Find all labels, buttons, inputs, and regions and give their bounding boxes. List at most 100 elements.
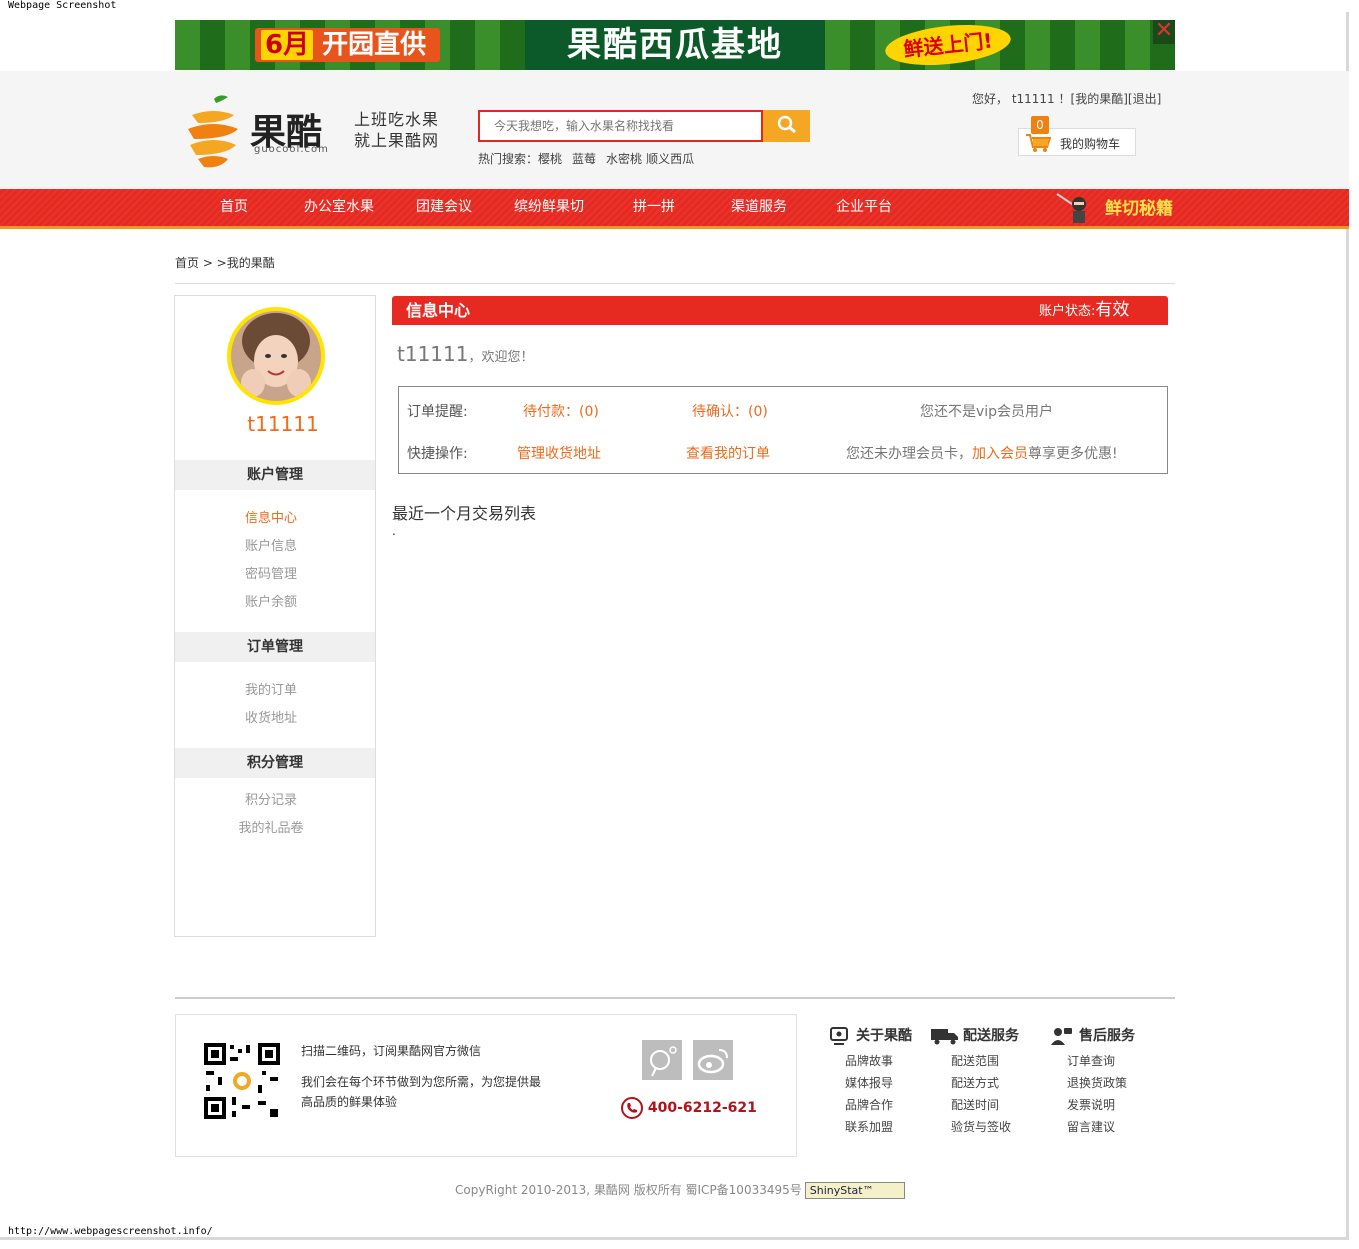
- search-icon: [777, 115, 796, 133]
- banner-title: 果酷西瓜基地: [525, 20, 825, 70]
- cart-count-badge: 0: [1031, 116, 1049, 134]
- weibo-icon: [697, 1049, 728, 1074]
- search-button[interactable]: [763, 110, 810, 142]
- sidebar-section-points: 积分管理: [175, 748, 375, 778]
- footer-link[interactable]: 品牌合作: [845, 1096, 893, 1113]
- sidebar-item-gift-voucher[interactable]: 我的礼品卷: [175, 817, 367, 836]
- banner-promo-left: 6月 开园直供: [255, 28, 440, 62]
- sidebar-item-address[interactable]: 收货地址: [175, 707, 367, 726]
- nav-item-channel[interactable]: 渠道服务: [731, 189, 787, 226]
- hot-keyword[interactable]: 顺义西瓜: [646, 152, 694, 166]
- footer-contact-box: 扫描二维码，订阅果酷网官方微信 我们会在每个环节做到为您所需，为您提供最高品质的…: [175, 1014, 797, 1157]
- hot-keyword[interactable]: 水密桃: [606, 152, 642, 166]
- hot-keyword[interactable]: 蓝莓: [572, 152, 596, 166]
- breadcrumb[interactable]: 首页 > >我的果酷: [175, 254, 275, 271]
- order-summary-box: 订单提醒: 待付款：(0) 待确认：(0) 您还不是vip会员用户 快捷操作: …: [398, 386, 1168, 474]
- screenshot-url: http://www.webpagescreenshot.info/: [8, 1226, 213, 1237]
- user-links: 您好， t11111 ！[我的果酷][退出]: [972, 90, 1161, 107]
- weixin-icon: [650, 1046, 677, 1077]
- view-orders-link[interactable]: 查看我的订单: [686, 443, 770, 463]
- sidebar-item-info-center[interactable]: 信息中心: [175, 507, 367, 526]
- slogan: 上班吃水果 就上果酷网: [354, 110, 440, 150]
- avatar[interactable]: [227, 307, 325, 405]
- info-center-header: 信息中心 账户状态:有效: [392, 296, 1168, 325]
- footer-link[interactable]: 留言建议: [1067, 1118, 1115, 1135]
- nav-item-home[interactable]: 首页: [220, 189, 248, 226]
- nav-item-group-buy[interactable]: 拼一拼: [633, 189, 675, 226]
- footer-col-aftersales-title: 售后服务: [1079, 1028, 1135, 1044]
- avatar-image: [231, 311, 321, 401]
- footer-link[interactable]: 配送范围: [951, 1052, 999, 1069]
- site-header: 果酷 guocool.com 上班吃水果 就上果酷网 热门搜索：樱桃蓝莓水密桃顺…: [0, 71, 1349, 189]
- pending-confirm-link[interactable]: 待确认：(0): [692, 401, 768, 421]
- sidebar-item-points-record[interactable]: 积分记录: [175, 789, 367, 808]
- phone-icon: [621, 1097, 643, 1119]
- top-banner[interactable]: 6月 开园直供 果酷西瓜基地 鲜送上门! ✕: [175, 20, 1175, 70]
- banner-badge: 鲜送上门!: [883, 20, 1013, 70]
- copyright: CopyRight 2010-2013, 果酷网 版权所有 蜀ICP备10033…: [455, 1181, 905, 1199]
- page-title: 信息中心: [406, 301, 471, 320]
- cart-icon: [1026, 134, 1051, 152]
- user-greeting: 您好， t11111 ！: [972, 92, 1071, 106]
- banner-close-button[interactable]: ✕: [1153, 20, 1175, 44]
- sidebar-section-account: 账户管理: [175, 460, 375, 490]
- join-member-link[interactable]: 加入会员: [972, 446, 1028, 462]
- footer-link[interactable]: 媒体报导: [845, 1074, 893, 1091]
- qr-caption: 扫描二维码，订阅果酷网官方微信: [301, 1044, 482, 1058]
- footer-promise: 我们会在每个环节做到为您所需，为您提供最高品质的鲜果体验: [301, 1075, 542, 1109]
- sidebar-item-my-orders[interactable]: 我的订单: [175, 679, 367, 698]
- sidebar-item-balance[interactable]: 账户余额: [175, 591, 367, 610]
- cart-button[interactable]: 0 我的购物车: [1018, 116, 1136, 156]
- footer-col-delivery-title: 配送服务: [963, 1028, 1019, 1044]
- hotline: 400-6212-621: [621, 1097, 757, 1119]
- about-icon: [830, 1027, 848, 1045]
- nav-item-office-fruit[interactable]: 办公室水果: [304, 189, 374, 226]
- quick-ops-label: 快捷操作:: [407, 446, 468, 462]
- status-badge: 有效: [1095, 300, 1130, 320]
- sidebar-username: t11111: [247, 412, 319, 436]
- vip-status-text: 您还不是vip会员用户: [920, 404, 1054, 420]
- site-logo[interactable]: 果酷 guocool.com: [184, 89, 334, 179]
- recent-transactions-title: 最近一个月交易列表: [392, 504, 537, 523]
- sidebar-item-password[interactable]: 密码管理: [175, 563, 367, 582]
- logout-link[interactable]: [退出]: [1128, 92, 1161, 106]
- nav-item-fresh-cut[interactable]: 缤纷鲜果切: [514, 189, 584, 226]
- search-input[interactable]: [480, 112, 761, 140]
- logo-domain: guocool.com: [254, 144, 329, 155]
- footer-link[interactable]: 配送方式: [951, 1074, 999, 1091]
- main-nav: 首页 办公室水果 团建会议 缤纷鲜果切 拼一拼 渠道服务 企业平台 鲜切秘籍: [0, 189, 1349, 229]
- footer-link[interactable]: 订单查询: [1067, 1052, 1115, 1069]
- footer-link[interactable]: 验货与签收: [951, 1118, 1011, 1135]
- footer-divider: [175, 997, 1175, 999]
- hot-keyword[interactable]: 樱桃: [538, 152, 562, 166]
- weixin-button[interactable]: [642, 1040, 682, 1080]
- weibo-button[interactable]: [693, 1040, 733, 1080]
- footer-link[interactable]: 退换货政策: [1067, 1074, 1127, 1091]
- pending-payment-link[interactable]: 待付款：(0): [523, 401, 599, 421]
- qr-code-icon: [202, 1041, 282, 1121]
- my-guocool-link[interactable]: [我的果酷]: [1071, 92, 1128, 106]
- manage-address-link[interactable]: 管理收货地址: [517, 443, 601, 463]
- footer-link[interactable]: 发票说明: [1067, 1096, 1115, 1113]
- nav-item-enterprise[interactable]: 企业平台: [836, 189, 892, 226]
- order-reminder-label: 订单提醒:: [407, 404, 468, 420]
- truck-icon: [931, 1029, 958, 1045]
- recent-transactions-list: .: [392, 524, 396, 538]
- search-field[interactable]: [478, 110, 763, 142]
- shinystat-badge[interactable]: ShinyStat™: [804, 1182, 905, 1199]
- after-sales-icon: [1051, 1028, 1072, 1045]
- nav-secret-link[interactable]: 鲜切秘籍: [1105, 189, 1173, 229]
- logo-fruit-icon: [188, 95, 238, 168]
- cart-label: 我的购物车: [1060, 137, 1121, 151]
- sidebar-item-account-info[interactable]: 账户信息: [175, 535, 367, 554]
- footer-link[interactable]: 品牌故事: [845, 1052, 893, 1069]
- welcome-message: t11111，欢迎您！: [397, 342, 534, 366]
- footer-link[interactable]: 联系加盟: [845, 1118, 893, 1135]
- nav-item-team-meeting[interactable]: 团建会议: [416, 189, 472, 226]
- footer-col-about-title: 关于果酷: [856, 1028, 912, 1044]
- divider: [175, 283, 1175, 284]
- hot-search: 热门搜索：樱桃 蓝莓 水密桃 顺义西瓜: [478, 152, 695, 166]
- footer-link[interactable]: 配送时间: [951, 1096, 999, 1113]
- account-sidebar: t11111 账户管理 信息中心 账户信息 密码管理 账户余额 订单管理 我的订…: [174, 295, 376, 937]
- ninja-icon: [1056, 193, 1086, 223]
